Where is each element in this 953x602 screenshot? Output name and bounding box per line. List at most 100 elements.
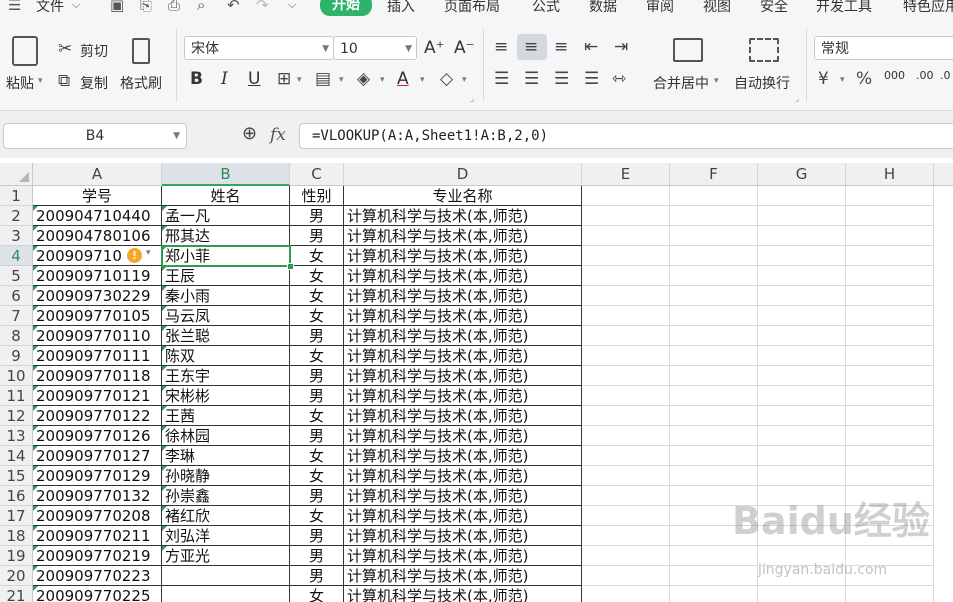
table-cell[interactable]: 男: [290, 326, 344, 346]
bold-button[interactable]: B: [190, 69, 203, 89]
tab-developer[interactable]: 开发工具: [816, 0, 872, 16]
empty-cell[interactable]: [582, 506, 670, 526]
table-cell[interactable]: 男: [290, 426, 344, 446]
export-icon[interactable]: ⎘: [140, 0, 152, 14]
eraser-icon[interactable]: ◇: [440, 70, 453, 88]
empty-cell[interactable]: [582, 586, 670, 602]
empty-cell[interactable]: [670, 546, 758, 566]
table-cell[interactable]: 郑小菲: [162, 246, 290, 266]
print-preview-icon[interactable]: ⌕: [197, 0, 205, 14]
chevron-down-icon[interactable]: ▾: [420, 75, 425, 85]
table-cell[interactable]: 褚红欣: [162, 506, 290, 526]
print-icon[interactable]: ⎙: [168, 0, 180, 14]
formula-input[interactable]: =VLOOKUP(A:A,Sheet1!A:B,2,0): [299, 123, 953, 149]
row-header[interactable]: 13: [0, 426, 33, 446]
table-cell[interactable]: 方亚光: [162, 546, 290, 566]
row-header[interactable]: 12: [0, 406, 33, 426]
empty-cell[interactable]: [670, 586, 758, 602]
empty-cell[interactable]: [582, 486, 670, 506]
empty-cell[interactable]: [670, 226, 758, 246]
table-cell[interactable]: 马云凤: [162, 306, 290, 326]
chevron-down-icon[interactable]: ⌵: [72, 0, 80, 12]
wrap-text-icon[interactable]: [749, 38, 779, 62]
tab-security[interactable]: 安全: [760, 0, 788, 16]
table-cell[interactable]: 200909770126: [33, 426, 162, 446]
table-cell[interactable]: 200909770129: [33, 466, 162, 486]
fill-handle[interactable]: [287, 263, 294, 270]
table-cell[interactable]: 计算机科学与技术(本,师范): [344, 466, 582, 486]
table-cell[interactable]: 200909770118: [33, 366, 162, 386]
table-cell[interactable]: 女: [290, 506, 344, 526]
tab-special[interactable]: 特色应用: [903, 0, 953, 16]
table-cell[interactable]: 男: [290, 226, 344, 246]
row-header[interactable]: 1: [0, 186, 33, 206]
tab-formulas[interactable]: 公式: [532, 0, 560, 16]
table-cell[interactable]: 女: [290, 286, 344, 306]
empty-cell[interactable]: [846, 426, 934, 446]
row-header[interactable]: 10: [0, 366, 33, 386]
save-icon[interactable]: ▣: [110, 0, 124, 14]
table-cell[interactable]: 计算机科学与技术(本,师范): [344, 386, 582, 406]
table-cell[interactable]: 200909770110: [33, 326, 162, 346]
table-cell[interactable]: 计算机科学与技术(本,师范): [344, 206, 582, 226]
align-middle-button[interactable]: ≡: [517, 34, 547, 60]
table-cell[interactable]: 女: [290, 406, 344, 426]
percent-icon[interactable]: %: [856, 70, 872, 88]
empty-cell[interactable]: [670, 326, 758, 346]
decrease-decimal-icon[interactable]: .0: [940, 69, 951, 82]
empty-cell[interactable]: [758, 346, 846, 366]
empty-cell[interactable]: [670, 346, 758, 366]
empty-cell[interactable]: [670, 266, 758, 286]
chevron-down-icon[interactable]: ▾: [339, 75, 344, 85]
alignment-dialog-launcher-icon[interactable]: ⌟: [795, 94, 799, 104]
empty-cell[interactable]: [846, 466, 934, 486]
indent-decrease-icon[interactable]: ⇤: [584, 38, 598, 56]
scissors-icon[interactable]: ✂: [58, 40, 72, 58]
table-cell[interactable]: 男: [290, 486, 344, 506]
empty-cell[interactable]: [582, 286, 670, 306]
header-cell[interactable]: 姓名: [162, 186, 290, 206]
empty-cell[interactable]: [758, 246, 846, 266]
column-header-d[interactable]: D: [344, 163, 582, 186]
decrease-font-icon[interactable]: A⁻: [454, 38, 475, 58]
table-cell[interactable]: 计算机科学与技术(本,师范): [344, 546, 582, 566]
chevron-down-icon[interactable]: ▾: [462, 75, 467, 85]
table-cell[interactable]: [162, 566, 290, 586]
number-format-select[interactable]: 常规: [814, 36, 953, 60]
column-header-b[interactable]: B: [162, 163, 290, 186]
table-cell[interactable]: 计算机科学与技术(本,师范): [344, 246, 582, 266]
format-painter-button[interactable]: 格式刷: [120, 73, 162, 93]
empty-cell[interactable]: [670, 566, 758, 586]
table-cell[interactable]: 200904710440: [33, 206, 162, 226]
table-cell[interactable]: 宋彬彬: [162, 386, 290, 406]
table-cell[interactable]: 计算机科学与技术(本,师范): [344, 326, 582, 346]
table-cell[interactable]: 女: [290, 266, 344, 286]
table-cell[interactable]: 200909710: [33, 246, 162, 266]
table-cell[interactable]: 200909770122: [33, 406, 162, 426]
table-cell[interactable]: 200909770219: [33, 546, 162, 566]
tab-home[interactable]: 开始: [320, 0, 372, 16]
empty-cell[interactable]: [582, 526, 670, 546]
table-cell[interactable]: 计算机科学与技术(本,师范): [344, 486, 582, 506]
row-header[interactable]: 7: [0, 306, 33, 326]
row-header[interactable]: 2: [0, 206, 33, 226]
table-cell[interactable]: 200909770121: [33, 386, 162, 406]
empty-cell[interactable]: [846, 186, 934, 206]
row-header[interactable]: 16: [0, 486, 33, 506]
empty-cell[interactable]: [846, 226, 934, 246]
table-cell[interactable]: 计算机科学与技术(本,师范): [344, 586, 582, 602]
empty-cell[interactable]: [846, 206, 934, 226]
table-cell[interactable]: 计算机科学与技术(本,师范): [344, 266, 582, 286]
wrap-text-button[interactable]: 自动换行: [734, 73, 790, 93]
table-cell[interactable]: 200909710119: [33, 266, 162, 286]
tab-view[interactable]: 视图: [703, 0, 731, 16]
empty-cell[interactable]: [758, 186, 846, 206]
empty-cell[interactable]: [670, 466, 758, 486]
chevron-down-icon[interactable]: ▾: [840, 75, 845, 85]
table-cell[interactable]: 计算机科学与技术(本,师范): [344, 306, 582, 326]
empty-cell[interactable]: [846, 266, 934, 286]
header-cell[interactable]: 专业名称: [344, 186, 582, 206]
table-cell[interactable]: 孙崇鑫: [162, 486, 290, 506]
paste-button[interactable]: 粘贴: [6, 73, 34, 93]
table-cell[interactable]: 200909770211: [33, 526, 162, 546]
